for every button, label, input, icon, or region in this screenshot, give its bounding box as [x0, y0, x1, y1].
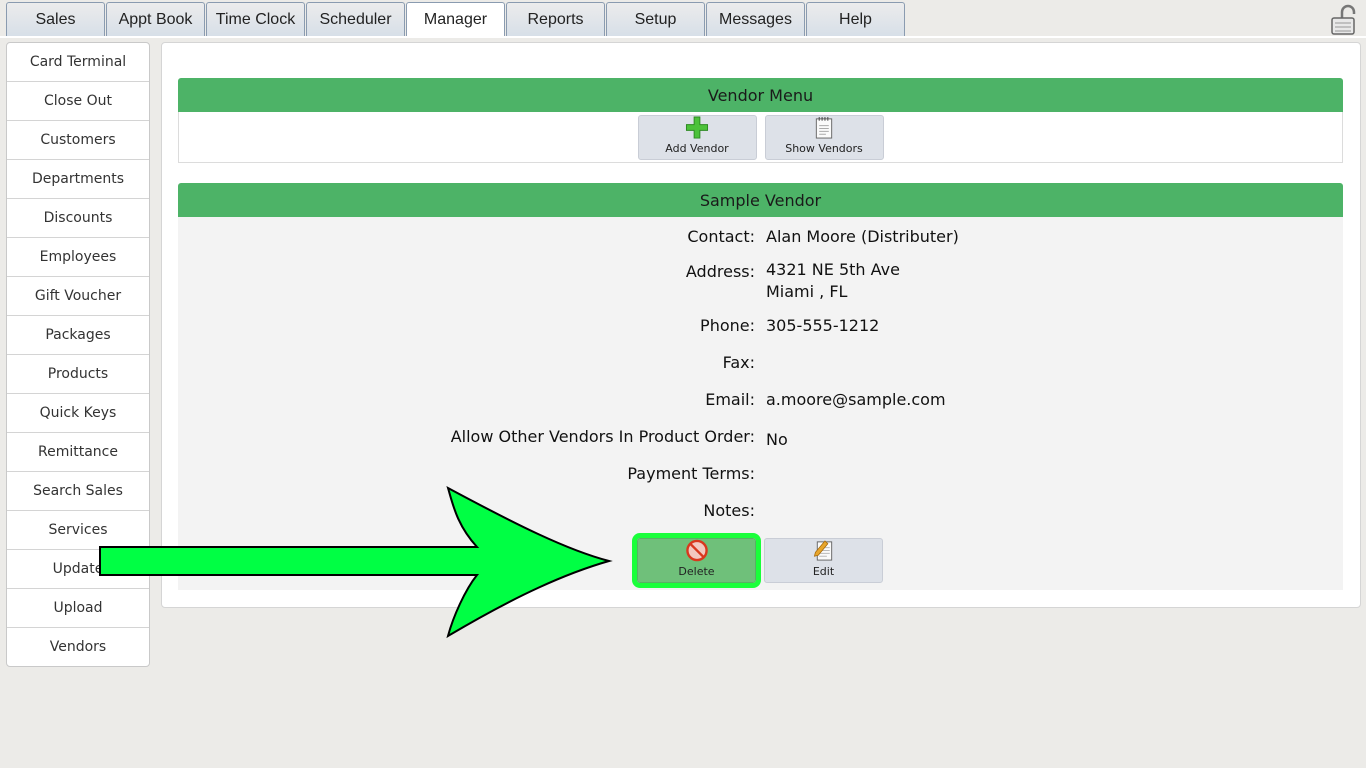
- vendor-menu-section: Vendor Menu Add Vendor Show Vendors: [178, 78, 1343, 163]
- delete-label: Delete: [678, 565, 715, 578]
- delete-button[interactable]: Delete: [632, 533, 761, 588]
- fax-label: Fax:: [722, 353, 755, 372]
- email-value: a.moore@sample.com: [766, 390, 946, 409]
- vendor-name-title: Sample Vendor: [178, 183, 1343, 217]
- address-line2: Miami , FL: [766, 282, 848, 301]
- padlock-icon[interactable]: [1328, 4, 1360, 36]
- sidebar-item-departments[interactable]: Departments: [7, 160, 149, 199]
- tab-help[interactable]: Help: [806, 2, 905, 36]
- sidebar-item-customers[interactable]: Customers: [7, 121, 149, 160]
- allow-other-vendors-value: No: [766, 430, 788, 449]
- notes-label: Notes:: [703, 501, 755, 520]
- green-plus-icon: [685, 115, 709, 139]
- green-pointer-arrow: [99, 485, 613, 639]
- edit-pencil-icon: [813, 540, 832, 561]
- show-vendors-label: Show Vendors: [785, 141, 863, 155]
- tab-time-clock[interactable]: Time Clock: [206, 2, 305, 36]
- notepad-icon: [815, 116, 833, 139]
- sidebar-item-employees[interactable]: Employees: [7, 238, 149, 277]
- phone-label: Phone:: [700, 316, 755, 335]
- contact-value: Alan Moore (Distributer): [766, 227, 959, 246]
- sidebar-item-close-out[interactable]: Close Out: [7, 82, 149, 121]
- sidebar-item-card-terminal[interactable]: Card Terminal: [7, 43, 149, 82]
- tab-appt-book[interactable]: Appt Book: [106, 2, 205, 36]
- tab-bar-divider: [0, 36, 1366, 38]
- sidebar-item-discounts[interactable]: Discounts: [7, 199, 149, 238]
- vendor-menu-title: Vendor Menu: [178, 78, 1343, 112]
- tab-scheduler[interactable]: Scheduler: [306, 2, 405, 36]
- contact-label: Contact:: [687, 227, 755, 246]
- sidebar-item-remittance[interactable]: Remittance: [7, 433, 149, 472]
- tab-sales[interactable]: Sales: [6, 2, 105, 36]
- edit-button[interactable]: Edit: [764, 538, 883, 583]
- sidebar-item-products[interactable]: Products: [7, 355, 149, 394]
- tab-messages[interactable]: Messages: [706, 2, 805, 36]
- phone-value: 305-555-1212: [766, 316, 880, 335]
- vendor-menu-body: Add Vendor Show Vendors: [178, 112, 1343, 163]
- sidebar-item-gift-voucher[interactable]: Gift Voucher: [7, 277, 149, 316]
- add-vendor-label: Add Vendor: [665, 141, 729, 155]
- top-tab-bar: Sales Appt Book Time Clock Scheduler Man…: [6, 2, 906, 37]
- email-label: Email:: [705, 390, 755, 409]
- tab-manager[interactable]: Manager: [406, 2, 505, 36]
- address-line1: 4321 NE 5th Ave: [766, 260, 900, 279]
- tab-setup[interactable]: Setup: [606, 2, 705, 36]
- vendor-actions: Delete Edit: [632, 533, 883, 588]
- allow-other-vendors-label: Allow Other Vendors In Product Order:: [450, 427, 755, 446]
- edit-label: Edit: [812, 565, 835, 578]
- sidebar-item-quick-keys[interactable]: Quick Keys: [7, 394, 149, 433]
- no-entry-icon: [685, 539, 708, 562]
- tab-reports[interactable]: Reports: [506, 2, 605, 36]
- address-label: Address:: [685, 262, 755, 281]
- sidebar-item-packages[interactable]: Packages: [7, 316, 149, 355]
- payment-terms-label: Payment Terms:: [627, 464, 755, 483]
- add-vendor-button[interactable]: Add Vendor: [637, 114, 757, 160]
- show-vendors-button[interactable]: Show Vendors: [764, 114, 884, 160]
